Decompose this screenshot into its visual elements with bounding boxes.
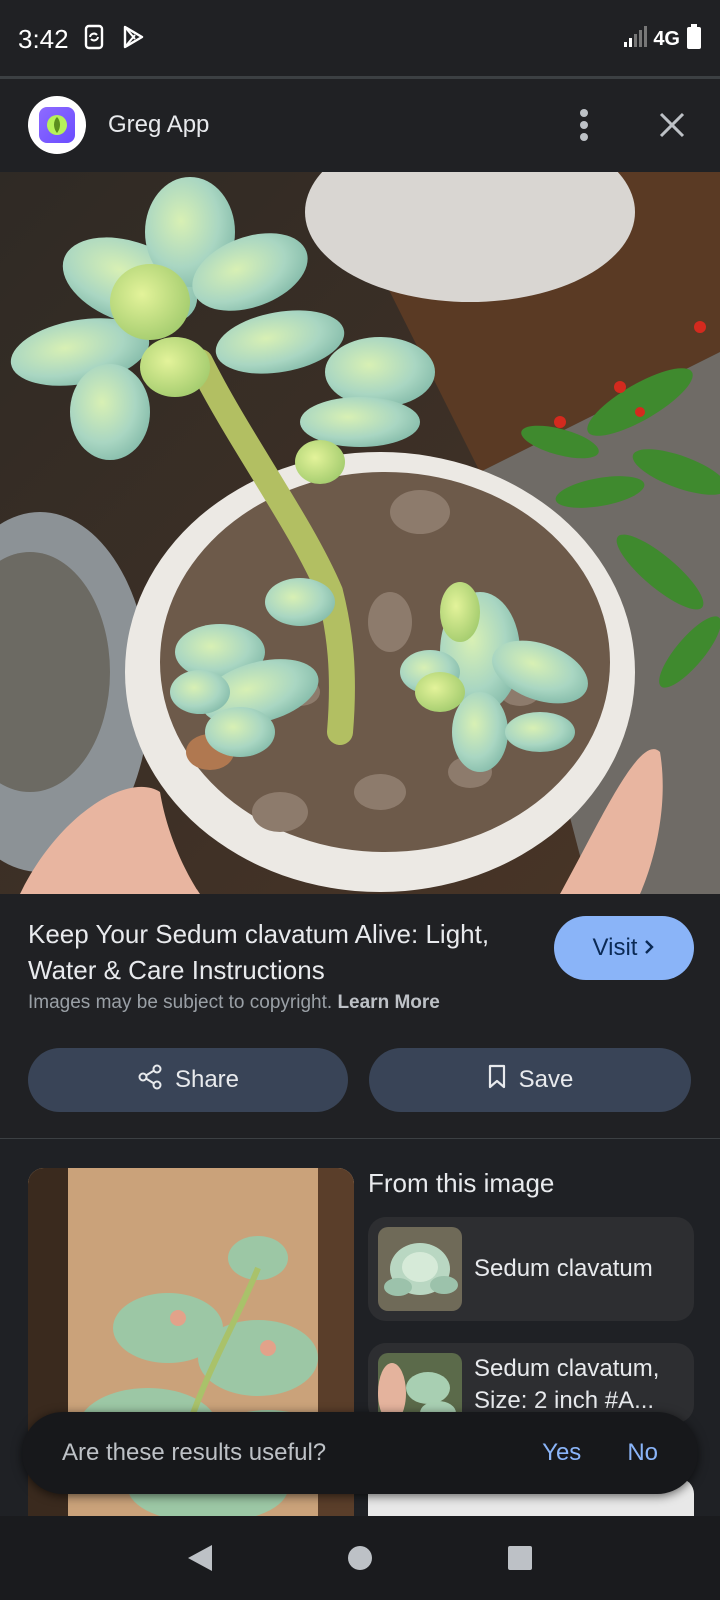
battery-icon — [686, 23, 702, 55]
app-title: Greg App — [108, 111, 210, 138]
share-label: Share — [174, 1066, 240, 1093]
chevron-right-icon — [643, 934, 655, 962]
result-info: Keep Your Sedum clavatum Alive: Light, W… — [0, 894, 720, 1138]
back-icon[interactable] — [170, 1528, 230, 1588]
feedback-yes-button[interactable]: Yes — [542, 1439, 581, 1467]
from-image-item[interactable]: Sedum clavatum — [368, 1217, 694, 1321]
learn-more-link[interactable]: Learn More — [337, 992, 439, 1013]
home-icon[interactable] — [330, 1528, 390, 1588]
system-nav-bar — [0, 1516, 720, 1600]
result-title[interactable]: Keep Your Sedum clavatum Alive: Light, W… — [28, 916, 498, 988]
feedback-no-button[interactable]: No — [627, 1439, 658, 1467]
network-label: 4G — [653, 27, 680, 50]
from-image-heading: From this image — [368, 1168, 555, 1198]
from-image-item-label: Sedum clavatum, Size: 2 inch #A... — [474, 1355, 660, 1414]
from-image-item-label: Sedum clavatum — [474, 1255, 653, 1282]
visit-button[interactable]: Visit — [554, 916, 694, 980]
save-button[interactable]: Save — [369, 1048, 691, 1112]
copyright-notice: Images may be subject to copyright. Lear… — [28, 992, 440, 1014]
hero-image[interactable] — [0, 172, 720, 894]
status-icons-left — [83, 24, 145, 55]
from-image-item[interactable]: Sedum clavatum, Size: 2 inch #A... — [368, 1343, 694, 1423]
section-divider — [0, 1138, 720, 1139]
app-header: Greg App — [0, 79, 720, 171]
save-label: Save — [518, 1066, 574, 1093]
status-icons-right: 4G — [623, 23, 702, 55]
share-button[interactable]: Share — [28, 1048, 348, 1112]
sync-icon — [83, 24, 107, 55]
signal-icon — [623, 25, 648, 53]
close-icon[interactable] — [652, 105, 692, 145]
bookmark-icon — [487, 1064, 507, 1097]
play-store-icon — [121, 25, 145, 54]
sedum-thumbnail — [378, 1227, 462, 1311]
more-vert-icon[interactable] — [564, 105, 604, 145]
feedback-question: Are these results useful? — [62, 1439, 327, 1466]
copyright-text: Images may be subject to copyright. — [28, 992, 333, 1013]
status-time: 3:42 — [18, 23, 69, 54]
greg-app-logo-icon — [28, 96, 86, 154]
share-icon — [137, 1064, 163, 1097]
feedback-snackbar: Are these results useful? Yes No — [22, 1412, 698, 1494]
visit-label: Visit — [592, 934, 638, 961]
status-bar: 3:42 4G — [0, 0, 720, 78]
recents-icon[interactable] — [490, 1528, 550, 1588]
